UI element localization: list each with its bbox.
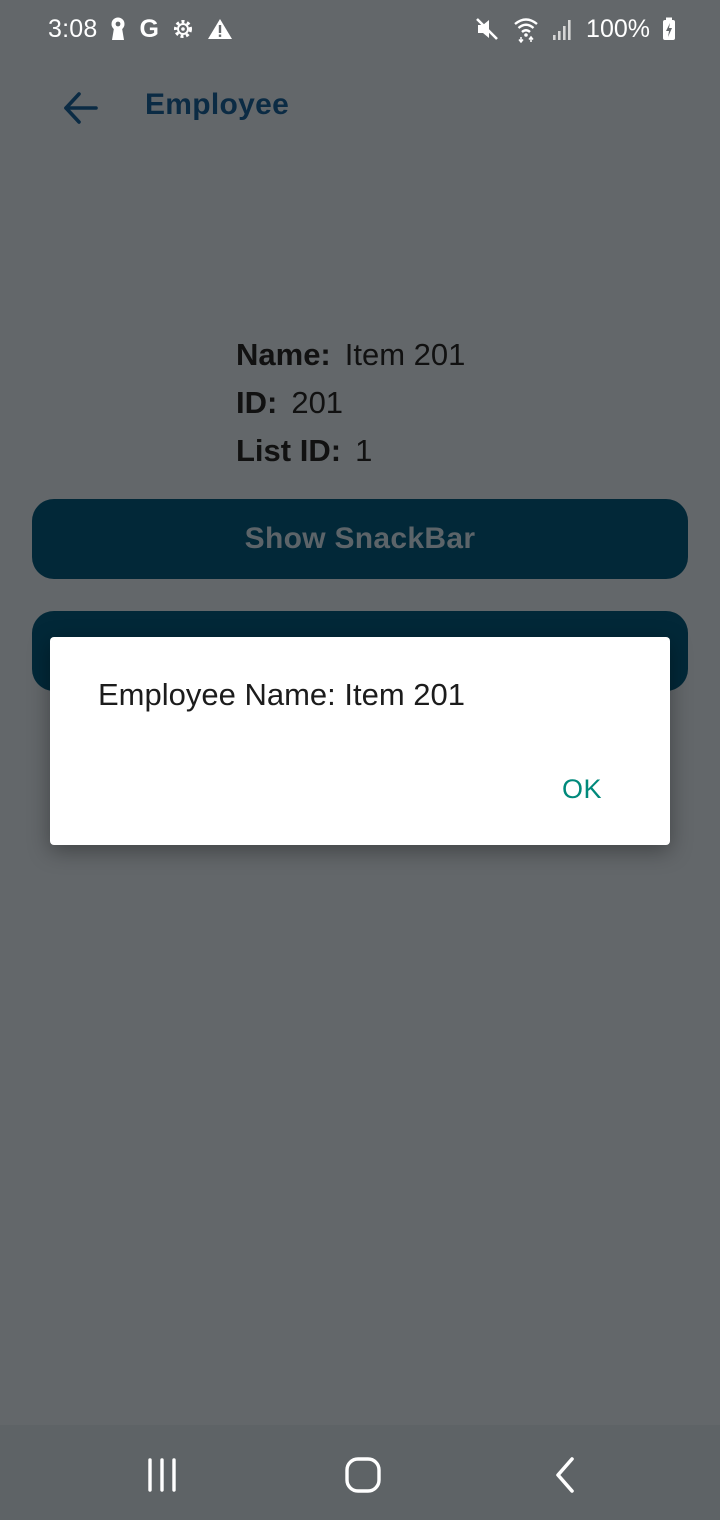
- alert-dialog: Employee Name: Item 201 OK: [50, 637, 670, 845]
- id-label: ID:: [236, 385, 278, 420]
- home-icon: [345, 1457, 381, 1493]
- battery-percentage: 100%: [586, 14, 650, 43]
- status-left: 3:08 G: [48, 15, 233, 44]
- name-value: Item 201: [344, 337, 466, 372]
- mute-icon: [474, 15, 500, 43]
- ok-button[interactable]: OK: [562, 774, 602, 805]
- back-nav-button[interactable]: [535, 1447, 595, 1503]
- keyhole-icon: [109, 15, 127, 43]
- id-value: 201: [291, 385, 344, 420]
- home-button[interactable]: [333, 1447, 393, 1503]
- signal-icon: [552, 15, 574, 43]
- app-bar: Employee: [0, 58, 720, 158]
- battery-charging-icon: [662, 15, 676, 43]
- name-label: Name:: [236, 337, 331, 372]
- wifi-icon: [512, 15, 540, 43]
- back-icon: [556, 1457, 574, 1493]
- status-bar: 3:08 G 100%: [0, 0, 720, 58]
- list-id-row: List ID: 1: [236, 431, 465, 479]
- page-title: Employee: [145, 88, 290, 121]
- id-row: ID: 201: [236, 383, 465, 431]
- navigation-bar: [0, 1425, 720, 1520]
- employee-details: Name: Item 201 ID: 201 List ID: 1: [236, 335, 465, 479]
- dialog-message: Employee Name: Item 201: [98, 677, 466, 712]
- warning-icon: [207, 15, 233, 43]
- settings-icon: [171, 15, 195, 43]
- name-row: Name: Item 201: [236, 335, 465, 383]
- list-id-label: List ID:: [236, 433, 342, 468]
- arrow-left-icon: [64, 92, 98, 124]
- google-icon: G: [139, 14, 159, 43]
- list-id-value: 1: [355, 433, 373, 468]
- show-snackbar-button[interactable]: Show SnackBar: [32, 499, 688, 579]
- back-button[interactable]: [56, 84, 104, 132]
- recents-button[interactable]: [132, 1447, 192, 1503]
- status-time: 3:08: [48, 14, 98, 43]
- recents-icon: [148, 1458, 176, 1492]
- status-right: 100%: [474, 15, 676, 44]
